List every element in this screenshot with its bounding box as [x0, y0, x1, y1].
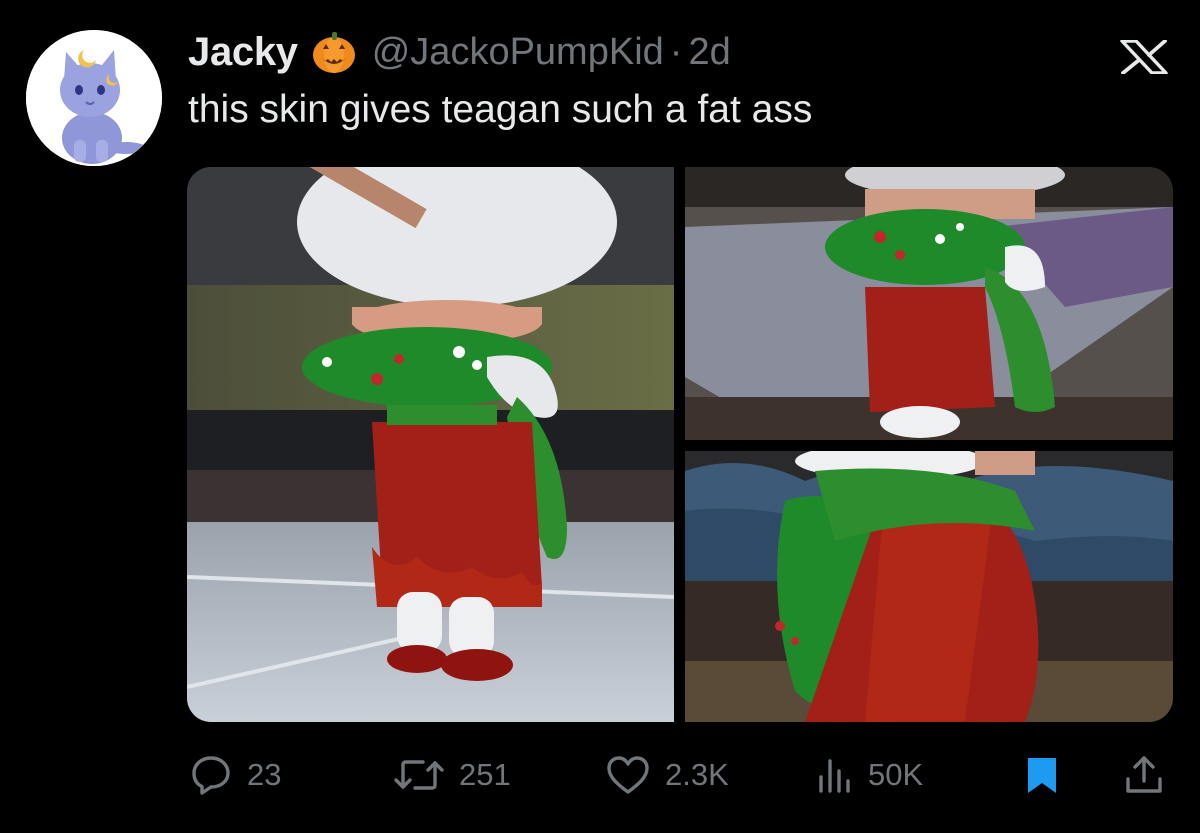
repost-icon [394, 760, 444, 790]
like-button[interactable]: 2.3K [605, 748, 729, 802]
pumpkin-icon [310, 28, 358, 76]
bookmark-filled-icon [1028, 758, 1056, 793]
x-logo-icon [1118, 40, 1170, 74]
reply-icon [192, 756, 230, 795]
bookmark-button[interactable] [1024, 748, 1060, 802]
repost-button[interactable]: 251 [393, 748, 511, 802]
kitten-avatar-icon [26, 30, 162, 166]
tweet-text: this skin gives teagan such a fat ass [188, 88, 813, 131]
user-handle[interactable]: @JackoPumpKid [372, 31, 664, 74]
media-grid [187, 167, 1173, 722]
post-age[interactable]: 2d [688, 31, 730, 74]
display-name[interactable]: Jacky [188, 30, 298, 75]
avatar[interactable] [26, 30, 162, 166]
share-button[interactable] [1124, 748, 1164, 802]
tweet-header: Jacky @JackoPumpKid · 2d [188, 26, 731, 78]
share-icon [1126, 756, 1162, 793]
repost-count: 251 [459, 757, 511, 792]
media-image-2[interactable] [685, 167, 1173, 440]
like-count: 2.3K [665, 757, 729, 792]
views-button[interactable]: 50K [816, 748, 923, 802]
action-bar: 23 251 2.3K 50K [0, 748, 1200, 802]
media-image-1[interactable] [187, 167, 674, 722]
reply-count: 23 [247, 757, 282, 792]
views-chart-icon [819, 759, 850, 793]
reply-button[interactable]: 23 [189, 748, 281, 802]
media-image-3[interactable] [685, 451, 1173, 722]
separator-dot: · [669, 30, 683, 73]
views-count: 50K [868, 757, 924, 792]
heart-icon [607, 756, 649, 794]
